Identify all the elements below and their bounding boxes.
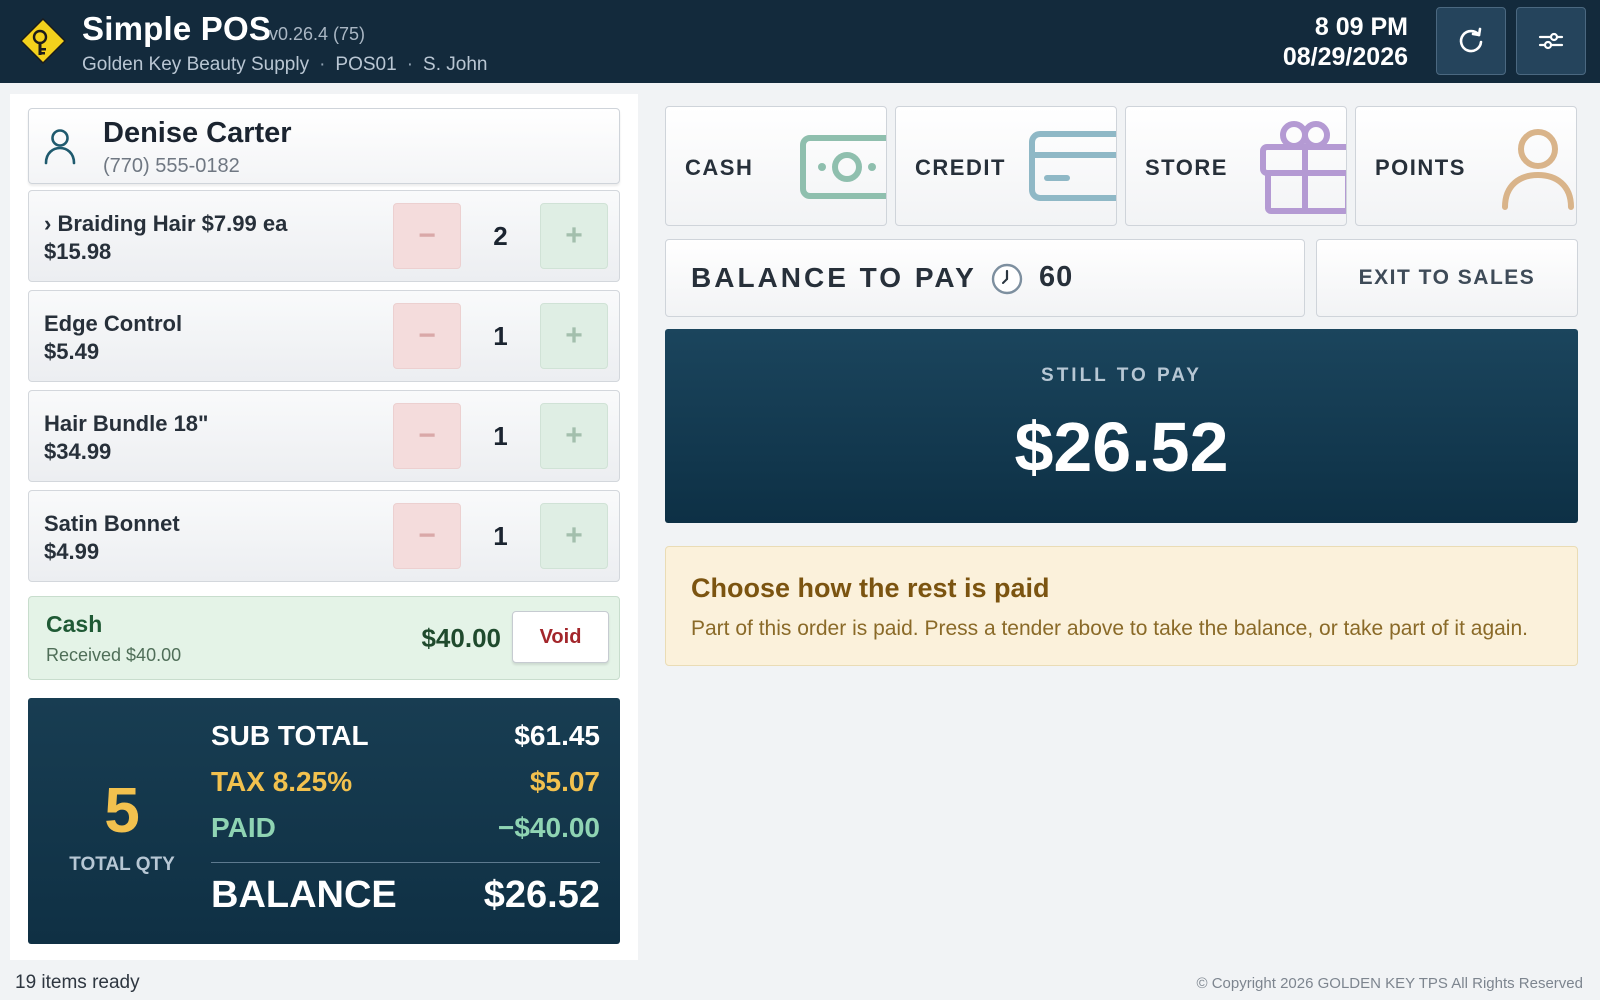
cashier-name: S. John [423, 54, 488, 75]
exit-to-sales-button[interactable]: EXIT TO SALES [1316, 239, 1578, 317]
still-to-pay-label: STILL TO PAY [1041, 365, 1202, 386]
gift-icon [1260, 121, 1346, 214]
item-name: › Braiding Hair $7.99 ea [44, 211, 288, 236]
refresh-button[interactable] [1436, 7, 1506, 75]
balance-to-pay-bar: BALANCE TO PAY 60 [665, 239, 1305, 317]
void-payment-button[interactable]: Void [512, 611, 609, 663]
separator-dot: · [319, 54, 326, 75]
tax-row: TAX 8.25% $5.07 [211, 766, 600, 798]
item-name: Edge Control [44, 311, 183, 336]
still-to-pay-amount: $26.52 [1014, 408, 1229, 486]
line-item[interactable]: Edge Control $5.49 − 1 + [28, 290, 620, 382]
customer-name: Denise Carter [103, 117, 292, 149]
qty-decrease-button[interactable]: − [393, 403, 461, 469]
item-price: $15.98 [44, 239, 112, 264]
qty-increase-button[interactable]: + [540, 303, 608, 369]
balance-row: BALANCE $26.52 [211, 874, 600, 917]
tender-label: CREDIT [915, 155, 1006, 180]
payment-row: Cash Received $40.00 $40.00 Void [28, 596, 620, 680]
payment-method: Cash [46, 611, 103, 637]
store-info: Golden Key Beauty Supply · POS01 · S. Jo… [82, 54, 487, 76]
copyright-text: © Copyright 2026 GOLDEN KEY TPS All Righ… [1196, 975, 1583, 992]
qty-decrease-button[interactable]: − [393, 503, 461, 569]
paid-label: PAID [211, 812, 276, 843]
countdown-seconds: 60 [1039, 261, 1074, 293]
qty-increase-button[interactable]: + [540, 203, 608, 269]
qty-increase-button[interactable]: + [540, 503, 608, 569]
tender-label: CASH [685, 155, 754, 180]
separator-dot: · [406, 54, 414, 75]
total-qty-value: 5 [104, 774, 140, 846]
qty-increase-button[interactable]: + [540, 403, 608, 469]
tender-credit-button[interactable]: CREDIT [895, 106, 1117, 226]
person-icon [1502, 129, 1574, 210]
payment-amount: $40.00 [421, 623, 501, 653]
refresh-icon [1459, 27, 1483, 53]
customer-phone: (770) 555-0182 [103, 155, 240, 177]
header-clock: 8 09 PM 08/29/2026 [1283, 12, 1408, 72]
item-quantity: 2 [493, 221, 508, 251]
customer-card[interactable]: Denise Carter (770) 555-0182 [28, 108, 620, 184]
item-name: Satin Bonnet [44, 511, 180, 536]
item-price: $5.49 [44, 339, 100, 364]
balance-to-pay-label: BALANCE TO PAY [691, 262, 977, 293]
clock-time: 8 09 PM [1314, 13, 1408, 41]
item-price: $4.99 [44, 539, 100, 564]
totals-summary: 5 TOTAL QTY SUB TOTAL $61.45 TAX 8.25% $… [28, 698, 620, 944]
order-panel: Denise Carter (770) 555-0182 › Braiding … [10, 94, 638, 960]
balance-label: BALANCE [211, 874, 397, 916]
tender-label: STORE [1145, 155, 1228, 180]
line-item[interactable]: › Braiding Hair $7.99 ea $15.98 − 2 + [28, 190, 620, 282]
tax-label: TAX 8.25% [211, 766, 353, 797]
sliders-icon [1538, 32, 1564, 50]
register-id: POS01 [335, 54, 397, 75]
notice-title: Choose how the rest is paid [691, 573, 1050, 603]
clock-date: 08/29/2026 [1282, 43, 1408, 71]
credit-card-icon [1029, 131, 1116, 201]
tender-store-button[interactable]: STORE [1125, 106, 1347, 226]
notice-body: Part of this order is paid. Press a tend… [691, 617, 1528, 640]
app-header: Simple POS v0.26.4 (75) Golden Key Beaut… [0, 0, 1600, 83]
qty-decrease-button[interactable]: − [393, 203, 461, 269]
paid-value: −$40.00 [498, 812, 600, 843]
qty-decrease-button[interactable]: − [393, 303, 461, 369]
tax-value: $5.07 [529, 766, 600, 797]
cash-icon [800, 135, 886, 199]
app-title: Simple POS [82, 10, 272, 47]
subtotal-value: $61.45 [514, 720, 600, 751]
totals-divider [211, 862, 600, 863]
item-quantity: 1 [493, 521, 508, 551]
item-price: $34.99 [44, 439, 112, 464]
paid-row: PAID −$40.00 [211, 812, 600, 844]
item-quantity: 1 [493, 321, 508, 351]
clock-icon [991, 263, 1023, 295]
status-items-ready: 19 items ready [15, 972, 140, 993]
store-name: Golden Key Beauty Supply [82, 54, 310, 75]
golden-key-logo-icon [20, 18, 66, 64]
partial-payment-notice: Choose how the rest is paid Part of this… [665, 546, 1578, 666]
subtotal-row: SUB TOTAL $61.45 [211, 720, 600, 752]
still-to-pay-card: STILL TO PAY $26.52 [665, 329, 1578, 523]
line-item[interactable]: Hair Bundle 18" $34.99 − 1 + [28, 390, 620, 482]
line-item[interactable]: Satin Bonnet $4.99 − 1 + [28, 490, 620, 582]
tender-cash-button[interactable]: CASH [665, 106, 887, 226]
balance-value: $26.52 [483, 874, 600, 916]
item-name: Hair Bundle 18" [44, 411, 209, 436]
tender-points-button[interactable]: POINTS [1355, 106, 1577, 226]
total-qty-label: TOTAL QTY [69, 854, 175, 875]
user-icon [44, 129, 76, 165]
payment-received: Received $40.00 [46, 645, 182, 665]
app-version: v0.26.4 (75) [269, 24, 366, 44]
subtotal-label: SUB TOTAL [211, 720, 369, 751]
item-quantity: 1 [493, 421, 508, 451]
tender-label: POINTS [1375, 155, 1466, 180]
settings-button[interactable] [1516, 7, 1586, 75]
